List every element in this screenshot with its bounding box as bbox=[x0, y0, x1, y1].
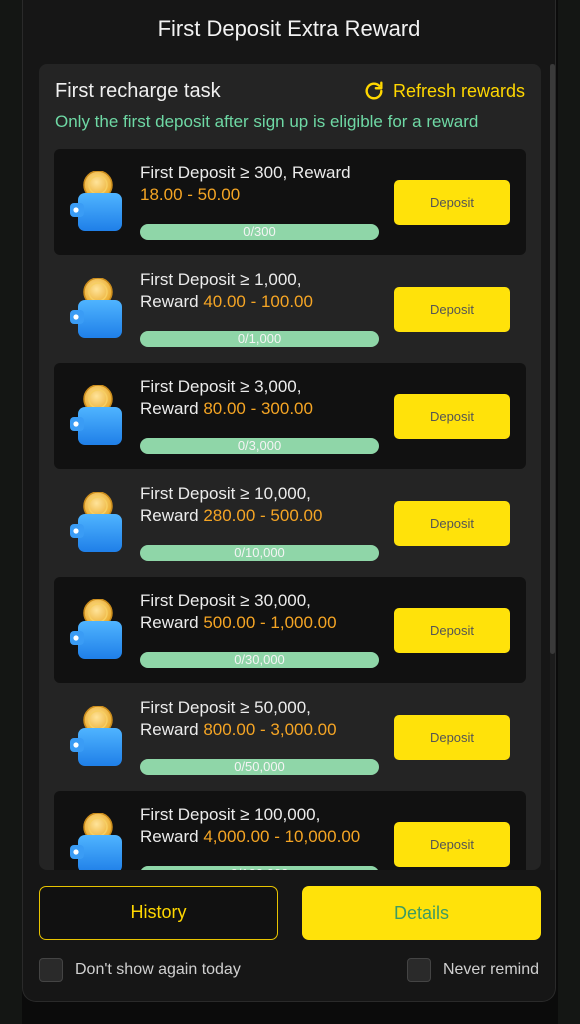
task-row: First Deposit ≥ 1,000, Reward 40.00 - 10… bbox=[54, 256, 526, 362]
refresh-rewards-button[interactable]: Refresh rewards bbox=[363, 80, 525, 102]
task-row: First Deposit ≥ 3,000, Reward 80.00 - 30… bbox=[54, 363, 526, 469]
task-progress-label: 0/1,000 bbox=[237, 331, 282, 346]
task-list-scrollbar[interactable] bbox=[550, 64, 555, 870]
deposit-button[interactable]: Deposit bbox=[394, 822, 510, 867]
task-row: First Deposit ≥ 50,000, Reward 800.00 - … bbox=[54, 684, 526, 790]
task-description: First Deposit ≥ 30,000, Reward 500.00 - … bbox=[140, 590, 380, 634]
wallet-coin-icon bbox=[70, 171, 122, 231]
first-deposit-modal: First Deposit Extra Reward First recharg… bbox=[22, 0, 556, 1002]
deposit-button[interactable]: Deposit bbox=[394, 501, 510, 546]
task-threshold: First Deposit ≥ 3,000, bbox=[140, 377, 302, 396]
task-progress-label: 0/30,000 bbox=[234, 652, 285, 667]
task-reward-prefix: Reward bbox=[140, 506, 204, 525]
deposit-button[interactable]: Deposit bbox=[394, 394, 510, 439]
task-reward-prefix: Reward bbox=[140, 613, 204, 632]
deposit-button[interactable]: Deposit bbox=[394, 287, 510, 332]
wallet-coin-icon bbox=[70, 385, 122, 445]
never-remind-checkbox[interactable] bbox=[406, 958, 431, 982]
task-reward-range: 18.00 - 50.00 bbox=[140, 185, 241, 204]
task-description: First Deposit ≥ 300, Reward 18.00 - 50.0… bbox=[140, 162, 380, 206]
task-progress-label: 0/300 bbox=[243, 224, 276, 239]
wallet-coin-icon bbox=[70, 599, 122, 659]
refresh-icon bbox=[365, 81, 383, 100]
task-threshold: First Deposit ≥ 10,000, bbox=[140, 484, 311, 503]
task-threshold: First Deposit ≥ 100,000, bbox=[140, 805, 321, 824]
task-progress-bar: 0/300 bbox=[140, 224, 379, 240]
wallet-coin-icon bbox=[70, 706, 122, 766]
task-reward-range: 80.00 - 300.00 bbox=[203, 399, 313, 418]
never-remind-label: Never remind bbox=[442, 961, 539, 978]
backdrop-right bbox=[558, 0, 580, 1024]
task-reward-range: 500.00 - 1,000.00 bbox=[203, 613, 337, 632]
modal-title: First Deposit Extra Reward bbox=[157, 16, 421, 41]
eligibility-note: Only the first deposit after sign up is … bbox=[55, 112, 479, 131]
task-threshold: First Deposit ≥ 50,000, bbox=[140, 698, 311, 717]
task-progress-label: 0/50,000 bbox=[234, 759, 285, 774]
task-reward-prefix: Reward bbox=[140, 827, 204, 846]
wallet-coin-icon bbox=[70, 278, 122, 338]
dont-show-today-checkbox[interactable] bbox=[39, 958, 63, 982]
dont-show-today-label: Don't show again today bbox=[75, 961, 241, 978]
deposit-button[interactable]: Deposit bbox=[394, 180, 510, 225]
task-progress-bar: 0/3,000 bbox=[140, 438, 379, 454]
task-description: First Deposit ≥ 50,000, Reward 800.00 - … bbox=[140, 697, 380, 741]
details-button[interactable]: Details bbox=[302, 886, 541, 940]
refresh-rewards-label: Refresh rewards bbox=[392, 80, 525, 101]
task-description: First Deposit ≥ 3,000, Reward 80.00 - 30… bbox=[140, 376, 380, 420]
task-row: First Deposit ≥ 100,000, Reward 4,000.00… bbox=[54, 791, 526, 870]
task-row: First Deposit ≥ 300, Reward 18.00 - 50.0… bbox=[54, 149, 526, 255]
task-description: First Deposit ≥ 10,000, Reward 280.00 - … bbox=[140, 483, 380, 527]
backdrop-left bbox=[0, 0, 22, 1024]
task-panel: First recharge task Refresh rewards Only… bbox=[39, 64, 541, 870]
task-row: First Deposit ≥ 30,000, Reward 500.00 - … bbox=[54, 577, 526, 683]
task-progress-label: 0/10,000 bbox=[234, 545, 285, 560]
task-reward-prefix: Reward bbox=[140, 399, 204, 418]
task-progress-bar: 0/30,000 bbox=[140, 652, 379, 668]
task-threshold: First Deposit ≥ 300, Reward bbox=[140, 163, 351, 182]
task-progress-label: 0/100,000 bbox=[140, 866, 379, 870]
scrollbar-thumb[interactable] bbox=[550, 64, 555, 654]
task-progress-bar: 0/50,000 bbox=[140, 759, 379, 775]
task-progress-bar: 0/1,000 bbox=[140, 331, 379, 347]
task-reward-range: 800.00 - 3,000.00 bbox=[203, 720, 337, 739]
task-threshold: First Deposit ≥ 30,000, bbox=[140, 591, 311, 610]
dont-show-today-option[interactable]: Don't show again today bbox=[39, 958, 241, 982]
history-button[interactable]: History bbox=[39, 886, 278, 940]
task-reward-prefix: Reward bbox=[140, 292, 204, 311]
never-remind-option[interactable]: Never remind bbox=[406, 958, 539, 982]
task-description: First Deposit ≥ 100,000, Reward 4,000.00… bbox=[140, 804, 380, 848]
task-threshold: First Deposit ≥ 1,000, bbox=[140, 270, 302, 289]
task-list[interactable]: First Deposit ≥ 300, Reward 18.00 - 50.0… bbox=[54, 149, 526, 870]
task-reward-range: 4,000.00 - 10,000.00 bbox=[203, 827, 361, 846]
task-reward-prefix: Reward bbox=[140, 720, 204, 739]
task-reward-range: 280.00 - 500.00 bbox=[203, 506, 323, 525]
task-progress-bar: 0/100,000 bbox=[140, 866, 379, 870]
deposit-button[interactable]: Deposit bbox=[394, 608, 510, 653]
task-heading: First recharge task bbox=[55, 80, 221, 102]
task-progress-bar: 0/10,000 bbox=[140, 545, 379, 561]
task-description: First Deposit ≥ 1,000, Reward 40.00 - 10… bbox=[140, 269, 380, 313]
task-reward-range: 40.00 - 100.00 bbox=[203, 292, 313, 311]
deposit-button[interactable]: Deposit bbox=[394, 715, 510, 760]
task-progress-label: 0/3,000 bbox=[237, 438, 282, 453]
wallet-coin-icon bbox=[70, 492, 122, 552]
wallet-coin-icon bbox=[70, 813, 122, 870]
task-row: First Deposit ≥ 10,000, Reward 280.00 - … bbox=[54, 470, 526, 576]
